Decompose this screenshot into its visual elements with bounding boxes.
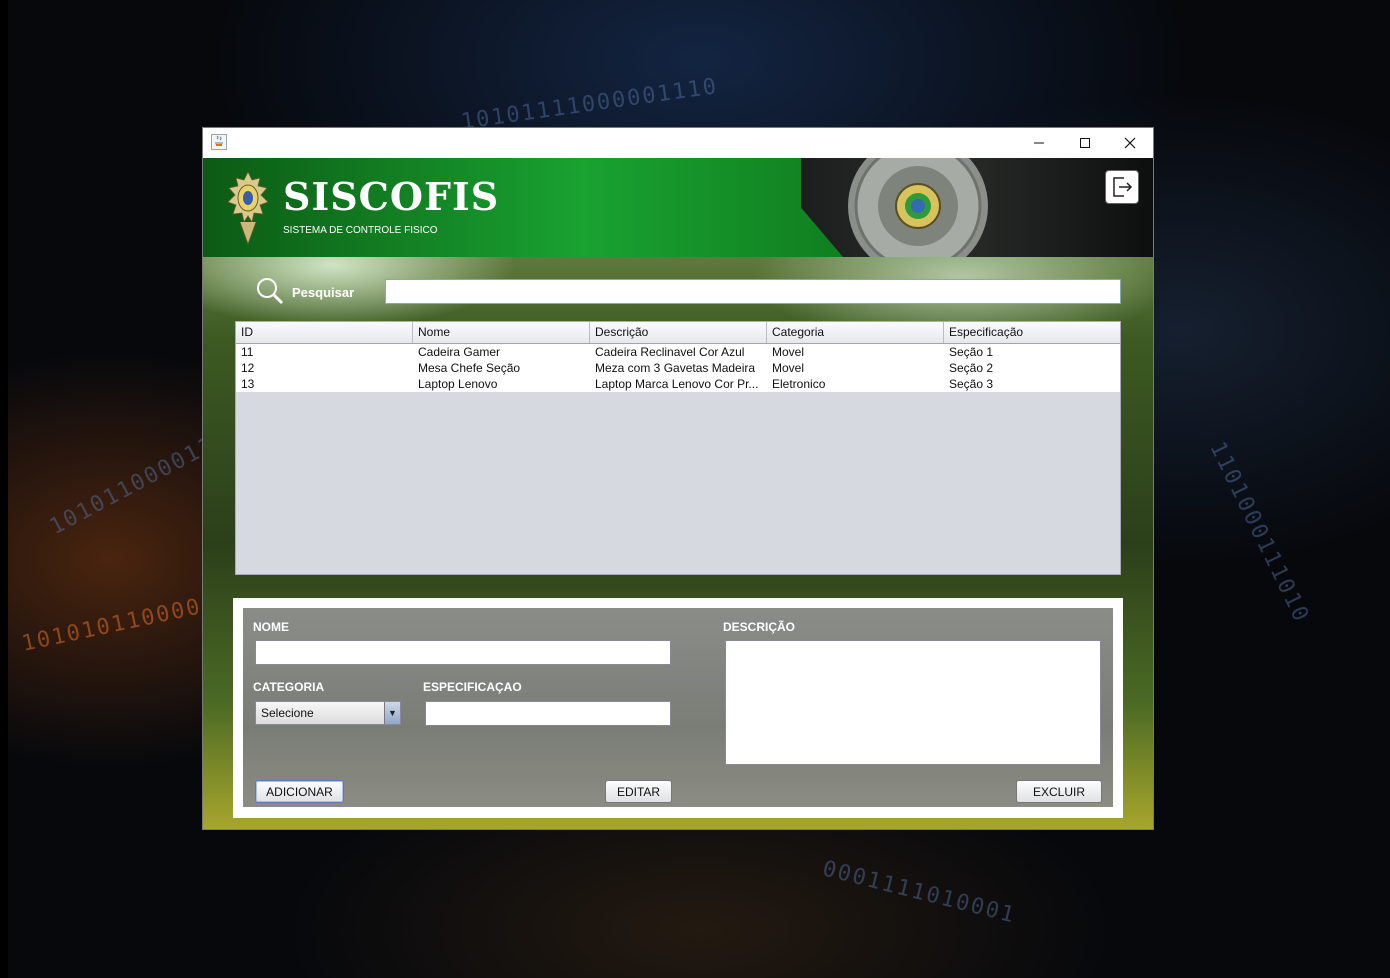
army-coin-image xyxy=(848,158,988,257)
app-header: SISCOFIS SISTEMA DE CONTROLE FISICO xyxy=(203,158,1153,257)
background-decoration: 10101011000001 xyxy=(19,588,234,657)
table-row[interactable]: 13 Laptop Lenovo Laptop Marca Lenovo Cor… xyxy=(236,376,1120,392)
nome-field[interactable] xyxy=(255,640,671,665)
especificacao-field[interactable] xyxy=(425,701,671,726)
search-input[interactable] xyxy=(385,279,1121,304)
cell-categoria: Eletronico xyxy=(772,377,826,391)
cell-categoria: Movel xyxy=(772,361,805,375)
cell-nome: Cadeira Gamer xyxy=(418,345,501,359)
cell-descricao: Meza com 3 Gavetas Madeira xyxy=(595,361,756,375)
categoria-selected-value: Selecione xyxy=(261,706,314,720)
app-subtitle: SISTEMA DE CONTROLE FISICO xyxy=(283,225,438,236)
table-header: ID Nome Descrição Categoria Especificaçã… xyxy=(236,322,1120,344)
add-button[interactable]: ADICIONAR xyxy=(255,780,344,803)
column-header-nome[interactable]: Nome xyxy=(413,322,590,343)
background-decoration: 0001111010001 xyxy=(819,856,1019,929)
logout-button[interactable] xyxy=(1105,170,1139,204)
column-header-id[interactable]: ID xyxy=(236,322,413,343)
delete-button[interactable]: EXCLUIR xyxy=(1016,780,1102,803)
title-bar xyxy=(203,128,1153,158)
cell-id: 12 xyxy=(241,361,255,375)
minimize-button[interactable] xyxy=(1016,128,1062,158)
cell-nome: Mesa Chefe Seção xyxy=(418,361,521,375)
cell-especificacao: Seção 2 xyxy=(949,361,994,375)
cell-id: 13 xyxy=(241,377,255,391)
logout-icon xyxy=(1113,177,1133,197)
main-content: Pesquisar ID Nome Descrição Categoria Es… xyxy=(203,257,1153,829)
cell-nome: Laptop Lenovo xyxy=(418,377,498,391)
edit-button[interactable]: EDITAR xyxy=(605,780,672,803)
search-label: Pesquisar xyxy=(292,285,355,300)
maximize-button[interactable] xyxy=(1062,128,1108,158)
cell-id: 11 xyxy=(241,345,254,359)
app-window: SISCOFIS SISTEMA DE CONTROLE FISICO Pesq… xyxy=(203,128,1153,829)
java-icon xyxy=(211,134,227,150)
cell-categoria: Movel xyxy=(772,345,805,359)
table-row[interactable]: 11 Cadeira Gamer Cadeira Reclinavel Cor … xyxy=(236,344,1120,360)
item-form: NOME DESCRIÇÃO CATEGORIA Selecione ▼ ESP… xyxy=(233,598,1123,818)
column-header-categoria[interactable]: Categoria xyxy=(767,322,944,343)
cell-especificacao: Seção 3 xyxy=(949,377,994,391)
table-row[interactable]: 12 Mesa Chefe Seção Meza com 3 Gavetas M… xyxy=(236,360,1120,376)
categoria-label: CATEGORIA xyxy=(253,680,325,694)
categoria-select[interactable]: Selecione ▼ xyxy=(255,701,401,725)
column-header-especificacao[interactable]: Especificação xyxy=(944,322,1120,343)
descricao-field[interactable] xyxy=(725,640,1101,765)
especificacao-label: ESPECIFICAÇAO xyxy=(423,680,522,694)
chevron-down-icon[interactable]: ▼ xyxy=(384,702,400,724)
background-decoration: 1101000111010 xyxy=(1204,437,1314,628)
cell-descricao: Laptop Marca Lenovo Cor Pr... xyxy=(595,377,759,391)
cell-especificacao: Seção 1 xyxy=(949,345,994,359)
desktop-edge xyxy=(0,0,8,978)
cell-descricao: Cadeira Reclinavel Cor Azul xyxy=(595,345,745,359)
background-decoration: 10101111000001110 xyxy=(459,74,720,135)
close-button[interactable] xyxy=(1107,128,1153,158)
descricao-label: DESCRIÇÃO xyxy=(723,620,796,634)
column-header-descricao[interactable]: Descrição xyxy=(590,322,767,343)
search-icon xyxy=(257,278,284,305)
items-table[interactable]: ID Nome Descrição Categoria Especificaçã… xyxy=(235,321,1121,575)
item-form-panel: NOME DESCRIÇÃO CATEGORIA Selecione ▼ ESP… xyxy=(243,608,1113,807)
army-emblem-icon xyxy=(227,171,269,246)
nome-label: NOME xyxy=(253,620,289,634)
app-title: SISCOFIS xyxy=(283,174,500,219)
